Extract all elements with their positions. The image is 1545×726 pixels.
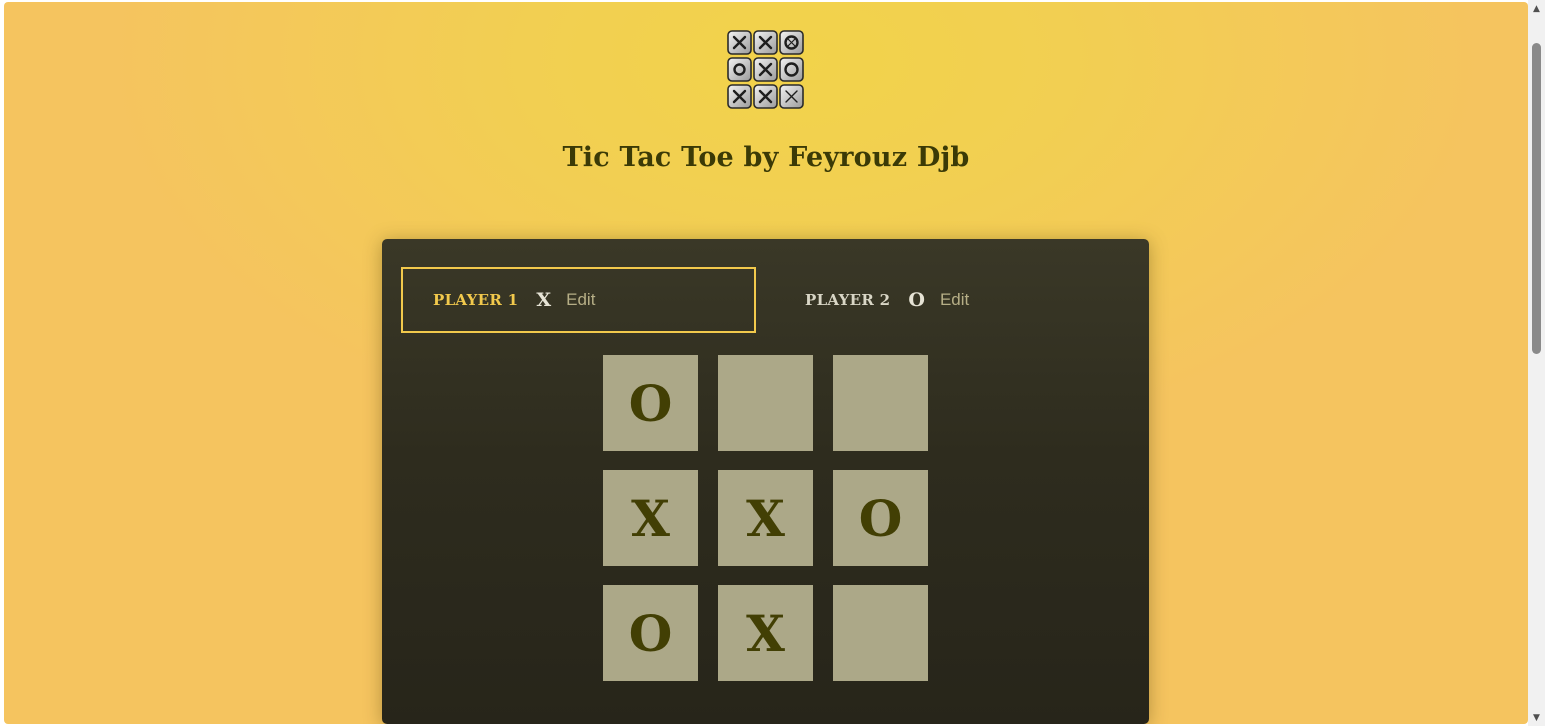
page-title: Tic Tac Toe by Feyrouz Djb — [562, 142, 970, 173]
board-cell-r3c3[interactable] — [833, 585, 928, 681]
vertical-scrollbar[interactable]: ▲ ▼ — [1528, 0, 1545, 726]
game-board: O X X O O X — [603, 355, 928, 681]
scrollbar-thumb[interactable] — [1532, 43, 1541, 354]
player-2-edit-button[interactable]: Edit — [940, 290, 969, 310]
game-panel: PLAYER 1 X Edit PLAYER 2 O Edit O X X O … — [382, 239, 1149, 724]
tic-tac-toe-logo-icon — [727, 30, 804, 109]
board-cell-r2c2[interactable]: X — [718, 470, 813, 566]
board-cell-r3c2[interactable]: X — [718, 585, 813, 681]
player-1-edit-button[interactable]: Edit — [566, 290, 595, 310]
scroll-up-arrow-icon[interactable]: ▲ — [1528, 0, 1545, 17]
player-2-card: PLAYER 2 O Edit — [775, 267, 1115, 333]
player-1-symbol: X — [536, 289, 552, 311]
player-1-card: PLAYER 1 X Edit — [401, 267, 756, 333]
player-2-symbol: O — [908, 289, 925, 311]
board-cell-r3c1[interactable]: O — [603, 585, 698, 681]
board-cell-r1c2[interactable] — [718, 355, 813, 451]
board-cell-r1c1[interactable]: O — [603, 355, 698, 451]
player-1-name: PLAYER 1 — [433, 291, 519, 309]
board-cell-r2c3[interactable]: O — [833, 470, 928, 566]
page-background: Tic Tac Toe by Feyrouz Djb PLAYER 1 X Ed… — [4, 2, 1528, 724]
player-2-name: PLAYER 2 — [805, 291, 891, 309]
scroll-down-arrow-icon[interactable]: ▼ — [1528, 709, 1545, 726]
board-cell-r2c1[interactable]: X — [603, 470, 698, 566]
board-cell-r1c3[interactable] — [833, 355, 928, 451]
